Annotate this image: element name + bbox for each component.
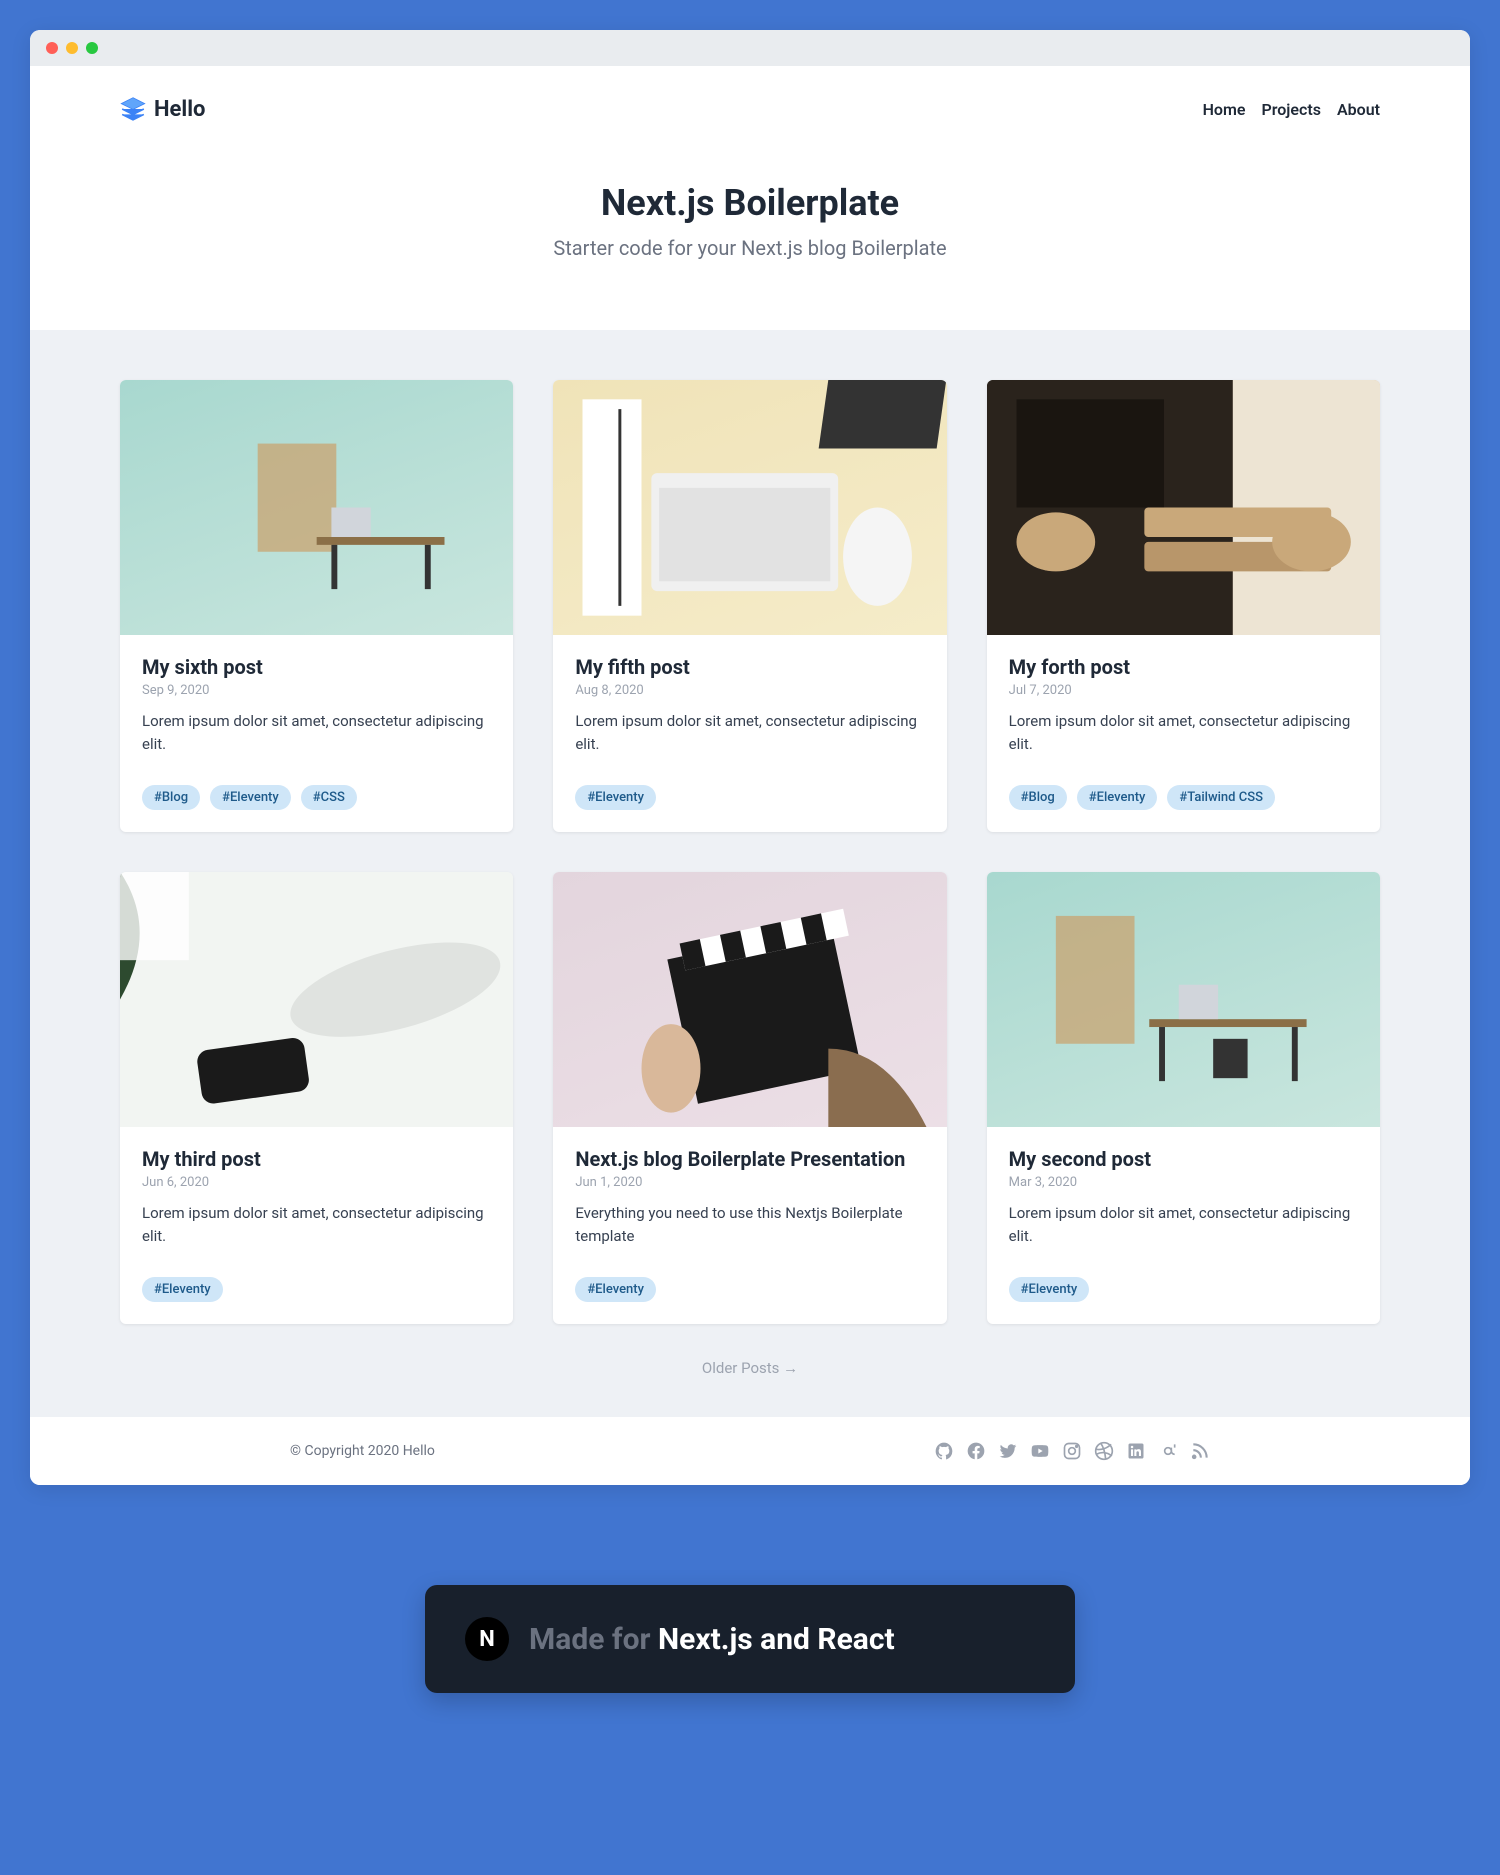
posts-section: My sixth post Sep 9, 2020 Lorem ipsum do… — [30, 330, 1470, 1417]
post-tags: #Blog #Eleventy #CSS — [142, 785, 491, 810]
post-excerpt: Lorem ipsum dolor sit amet, consectetur … — [1009, 1202, 1358, 1247]
post-body: My sixth post Sep 9, 2020 Lorem ipsum do… — [120, 635, 513, 832]
post-date: Aug 8, 2020 — [575, 683, 924, 698]
post-date: Jul 7, 2020 — [1009, 683, 1358, 698]
post-body: My second post Mar 3, 2020 Lorem ipsum d… — [987, 1127, 1380, 1324]
posts-grid: My sixth post Sep 9, 2020 Lorem ipsum do… — [120, 380, 1380, 1324]
facebook-icon[interactable] — [966, 1441, 986, 1461]
nav: Home Projects About — [1203, 100, 1380, 119]
rss-icon[interactable] — [1190, 1441, 1210, 1461]
post-card[interactable]: Next.js blog Boilerplate Presentation Ju… — [553, 872, 946, 1324]
nextjs-logo-letter: N — [479, 1627, 495, 1652]
post-image — [120, 872, 513, 1127]
post-body: My forth post Jul 7, 2020 Lorem ipsum do… — [987, 635, 1380, 832]
tag[interactable]: #Blog — [142, 785, 200, 810]
post-excerpt: Lorem ipsum dolor sit amet, consectetur … — [575, 710, 924, 755]
header: Hello Home Projects About — [30, 66, 1470, 132]
post-date: Jun 1, 2020 — [575, 1175, 924, 1190]
post-image — [553, 872, 946, 1127]
post-title: My sixth post — [142, 655, 491, 679]
post-date: Jun 6, 2020 — [142, 1175, 491, 1190]
page-subtitle: Starter code for your Next.js blog Boile… — [30, 236, 1470, 260]
post-card[interactable]: My sixth post Sep 9, 2020 Lorem ipsum do… — [120, 380, 513, 832]
post-excerpt: Lorem ipsum dolor sit amet, consectetur … — [1009, 710, 1358, 755]
post-body: My fifth post Aug 8, 2020 Lorem ipsum do… — [553, 635, 946, 832]
post-image — [987, 380, 1380, 635]
post-card[interactable]: My fifth post Aug 8, 2020 Lorem ipsum do… — [553, 380, 946, 832]
brand-label: Hello — [154, 97, 205, 122]
post-card[interactable]: My third post Jun 6, 2020 Lorem ipsum do… — [120, 872, 513, 1324]
brand[interactable]: Hello — [120, 96, 205, 122]
tag[interactable]: #Eleventy — [1009, 1277, 1090, 1302]
post-tags: #Blog #Eleventy #Tailwind CSS — [1009, 785, 1358, 810]
badge-suffix: Next.js and React — [658, 1622, 895, 1657]
footer: © Copyright 2020 Hello — [30, 1417, 1470, 1485]
maximize-window-icon[interactable] — [86, 42, 98, 54]
post-date: Mar 3, 2020 — [1009, 1175, 1358, 1190]
nav-projects[interactable]: Projects — [1261, 100, 1321, 119]
dribbble-icon[interactable] — [1094, 1441, 1114, 1461]
post-image — [987, 872, 1380, 1127]
page-title: Next.js Boilerplate — [30, 182, 1470, 224]
github-icon[interactable] — [934, 1441, 954, 1461]
tag[interactable]: #Eleventy — [575, 785, 656, 810]
post-title: Next.js blog Boilerplate Presentation — [575, 1147, 924, 1171]
youtube-icon[interactable] — [1030, 1441, 1050, 1461]
post-card[interactable]: My second post Mar 3, 2020 Lorem ipsum d… — [987, 872, 1380, 1324]
tag[interactable]: #Eleventy — [575, 1277, 656, 1302]
badge-text: Made for Next.js and React — [529, 1622, 895, 1657]
tag[interactable]: #Blog — [1009, 785, 1067, 810]
hero: Next.js Boilerplate Starter code for you… — [30, 132, 1470, 330]
post-title: My forth post — [1009, 655, 1358, 679]
nextjs-logo-icon: N — [465, 1617, 509, 1661]
post-tags: #Eleventy — [1009, 1277, 1358, 1302]
post-date: Sep 9, 2020 — [142, 683, 491, 698]
linkedin-icon[interactable] — [1126, 1441, 1146, 1461]
post-image — [120, 380, 513, 635]
post-excerpt: Everything you need to use this Nextjs B… — [575, 1202, 924, 1247]
post-excerpt: Lorem ipsum dolor sit amet, consectetur … — [142, 1202, 491, 1247]
tag[interactable]: #Eleventy — [210, 785, 291, 810]
tag[interactable]: #Eleventy — [1077, 785, 1158, 810]
close-window-icon[interactable] — [46, 42, 58, 54]
post-excerpt: Lorem ipsum dolor sit amet, consectetur … — [142, 710, 491, 755]
post-image — [553, 380, 946, 635]
twitter-icon[interactable] — [998, 1441, 1018, 1461]
instagram-icon[interactable] — [1062, 1441, 1082, 1461]
post-title: My third post — [142, 1147, 491, 1171]
badge-prefix: Made for — [529, 1622, 658, 1657]
minimize-window-icon[interactable] — [66, 42, 78, 54]
nav-about[interactable]: About — [1337, 100, 1380, 119]
copyright: © Copyright 2020 Hello — [290, 1443, 435, 1459]
post-card[interactable]: My forth post Jul 7, 2020 Lorem ipsum do… — [987, 380, 1380, 832]
browser-window: Hello Home Projects About Next.js Boiler… — [30, 30, 1470, 1485]
made-for-badge: N Made for Next.js and React — [425, 1585, 1075, 1693]
post-title: My second post — [1009, 1147, 1358, 1171]
post-body: Next.js blog Boilerplate Presentation Ju… — [553, 1127, 946, 1324]
older-posts-link[interactable]: Older Posts → — [120, 1359, 1380, 1377]
tag[interactable]: #Tailwind CSS — [1167, 785, 1275, 810]
nav-home[interactable]: Home — [1203, 100, 1246, 119]
mastodon-icon[interactable] — [1158, 1441, 1178, 1461]
window-titlebar — [30, 30, 1470, 66]
post-tags: #Eleventy — [575, 785, 924, 810]
social-links — [934, 1441, 1210, 1461]
tag[interactable]: #Eleventy — [142, 1277, 223, 1302]
post-tags: #Eleventy — [142, 1277, 491, 1302]
tag[interactable]: #CSS — [301, 785, 357, 810]
post-body: My third post Jun 6, 2020 Lorem ipsum do… — [120, 1127, 513, 1324]
post-title: My fifth post — [575, 655, 924, 679]
post-tags: #Eleventy — [575, 1277, 924, 1302]
logo-icon — [120, 96, 146, 122]
